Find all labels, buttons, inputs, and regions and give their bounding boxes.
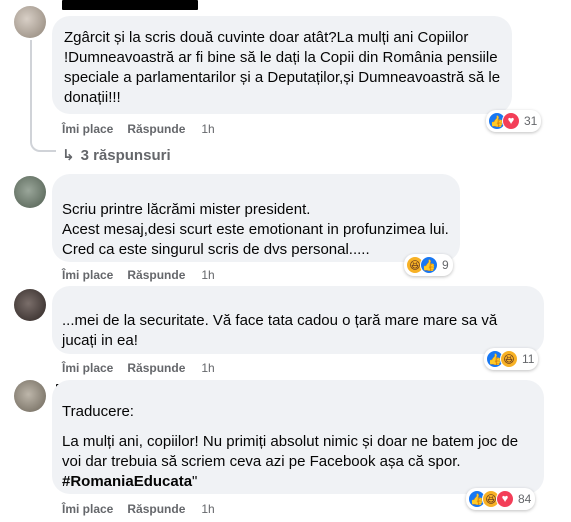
comment-actions: Îmi place Răspunde 1h <box>62 361 215 375</box>
comment-bubble: Zgârcit și la scris două cuvinte doar at… <box>52 16 512 114</box>
reply-arrow-icon: ↳ <box>62 147 75 164</box>
like-icon: 👍 <box>420 256 438 274</box>
reply-button[interactable]: Răspunde <box>127 268 185 282</box>
reaction-summary[interactable]: 👍 😆 11 <box>484 348 539 370</box>
like-button[interactable]: Îmi place <box>62 268 113 282</box>
reaction-summary[interactable]: 👍 😆 ♥ 84 <box>466 488 536 510</box>
avatar[interactable] <box>14 289 46 321</box>
avatar[interactable] <box>14 6 46 38</box>
like-button[interactable]: Îmi place <box>62 502 113 516</box>
comment-text: Zgârcit și la scris două cuvinte doar at… <box>64 29 501 106</box>
comment-bubble: ...mei de la securitate. Vă face tata ca… <box>52 286 544 354</box>
timestamp[interactable]: 1h <box>201 122 214 136</box>
reaction-summary[interactable]: 👍 ♥ 31 <box>486 110 542 132</box>
reply-button[interactable]: Răspunde <box>127 502 185 516</box>
comment-text: La mulți ani, copiilor! Nu primiți absol… <box>62 432 534 492</box>
timestamp[interactable]: 1h <box>201 268 214 282</box>
timestamp[interactable]: 1h <box>201 361 214 375</box>
comment-text: ...mei de la securitate. Vă face tata ca… <box>62 312 498 349</box>
comment-line: Acest mesaj,desi scurt este emotionant i… <box>62 221 449 238</box>
comment-line: Cred ca este singurul scris de dvs perso… <box>62 241 370 258</box>
comment-actions: Îmi place Răspunde 1h <box>62 502 215 516</box>
reaction-count: 9 <box>442 258 449 272</box>
hashtag-link[interactable]: #RomaniaEducata <box>62 473 192 490</box>
reaction-summary[interactable]: 😆 👍 9 <box>404 254 453 276</box>
view-replies-link[interactable]: ↳ 3 răspunsuri <box>62 146 171 165</box>
comment-suffix: " <box>192 473 198 490</box>
love-icon: ♥ <box>496 490 514 508</box>
comment-bubble: Traducere: La mulți ani, copiilor! Nu pr… <box>52 380 544 494</box>
avatar[interactable] <box>14 176 46 208</box>
comment-line: Scriu printre lăcrămi mister president. <box>62 201 311 218</box>
redacted-author-name <box>62 0 198 10</box>
comment-actions: Îmi place Răspunde 1h <box>62 268 215 282</box>
love-icon: ♥ <box>502 112 520 130</box>
reply-button[interactable]: Răspunde <box>127 361 185 375</box>
comment-heading: Traducere: <box>62 403 134 420</box>
reaction-count: 11 <box>522 352 535 366</box>
like-button[interactable]: Îmi place <box>62 122 113 136</box>
comment-bubble: Scriu printre lăcrămi mister president. … <box>52 174 460 262</box>
replies-count-label: 3 răspunsuri <box>80 146 171 164</box>
like-button[interactable]: Îmi place <box>62 361 113 375</box>
timestamp[interactable]: 1h <box>201 502 214 516</box>
reaction-count: 31 <box>524 114 538 128</box>
comment-body: La mulți ani, copiilor! Nu primiți absol… <box>62 433 519 470</box>
comment-actions: Îmi place Răspunde 1h <box>62 122 215 136</box>
haha-icon: 😆 <box>500 350 518 368</box>
reply-button[interactable]: Răspunde <box>127 122 185 136</box>
avatar[interactable] <box>14 380 46 412</box>
reaction-count: 84 <box>518 492 532 506</box>
